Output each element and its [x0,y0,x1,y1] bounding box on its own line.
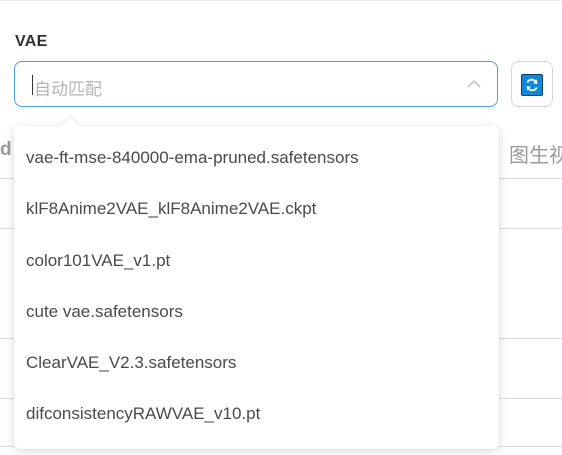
vae-select-placeholder: 自动匹配 [34,80,102,99]
background-divider [499,338,562,339]
vae-select[interactable]: 自动匹配 [14,61,498,107]
background-divider [499,446,562,447]
top-divider [0,0,562,1]
dropdown-option[interactable]: difconsistencyRAWVAE_v10.pt [26,404,260,424]
dropdown-option[interactable]: color101VAE_v1.pt [26,251,170,271]
dropdown-pointer [61,117,79,135]
refresh-icon [521,74,543,96]
dropdown-option[interactable]: vae-ft-mse-840000-ema-pruned.safetensors [26,148,359,168]
background-divider [0,178,14,179]
text-caret [32,75,33,95]
background-fragment-left: d [0,139,12,160]
background-divider [499,228,562,229]
vae-dropdown-menu: vae-ft-mse-840000-ema-pruned.safetensors… [14,117,499,449]
background-divider [0,338,14,339]
dropdown-option[interactable]: cute vae.safetensors [26,302,183,322]
background-divider [499,398,562,399]
vae-settings-panel: VAE 自动匹配 d 图生视 vae-ft-mse-840000-ema-pru… [0,0,562,455]
background-divider [0,446,14,447]
chevron-up-icon[interactable] [465,75,483,93]
background-divider [0,398,14,399]
dropdown-option[interactable]: klF8Anime2VAE_klF8Anime2VAE.ckpt [26,199,316,219]
background-fragment-right: 图生视 [509,145,562,167]
refresh-button[interactable] [511,61,553,107]
dropdown-option[interactable]: ClearVAE_V2.3.safetensors [26,353,236,373]
vae-label: VAE [15,33,48,50]
background-divider [499,178,562,179]
background-divider [0,228,14,229]
